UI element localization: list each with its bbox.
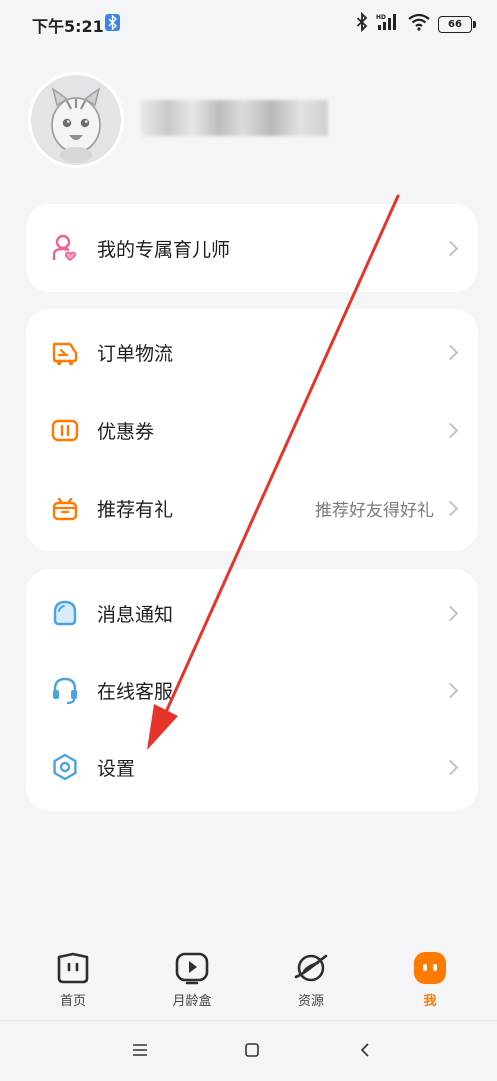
gift-icon [50, 493, 80, 523]
profile-header [28, 72, 468, 172]
menu-item-label: 消息通知 [97, 603, 174, 626]
chevron-right-icon [442, 240, 459, 256]
chevron-right-icon [442, 344, 459, 360]
chevron-right-icon [442, 422, 459, 438]
menu-card-nanny: 我的专属育儿师 [26, 204, 478, 292]
svg-text:HD: HD [376, 14, 386, 21]
chevron-right-icon [442, 500, 459, 516]
menu-item-settings[interactable]: 设置 [26, 737, 478, 797]
menu-item-customer-service[interactable]: 在线客服 [26, 660, 478, 720]
avatar[interactable] [28, 72, 124, 168]
play-box-icon [174, 950, 210, 986]
message-bubble-icon [50, 598, 80, 628]
planet-icon [293, 950, 329, 986]
chevron-right-icon [442, 605, 459, 621]
tab-resources[interactable]: 资源 [276, 950, 346, 1010]
tab-label: 资源 [297, 994, 324, 1009]
chevron-right-icon [442, 759, 459, 775]
tab-label: 我 [423, 994, 437, 1009]
status-time: 下午5:21 [32, 17, 104, 36]
tab-label: 月龄盒 [172, 994, 212, 1009]
menu-item-nanny[interactable]: 我的专属育儿师 [26, 218, 478, 278]
tab-label: 首页 [59, 994, 86, 1009]
menu-item-orders[interactable]: 订单物流 [26, 322, 478, 382]
tab-monthly-box[interactable]: 月龄盒 [157, 950, 227, 1010]
menu-item-label: 设置 [97, 757, 136, 780]
home-square-icon[interactable] [237, 1035, 267, 1065]
menu-item-label: 优惠券 [97, 420, 155, 443]
me-face-icon [412, 950, 448, 986]
headset-icon [50, 675, 80, 705]
status-bar: 下午5:21 HD 66 [0, 0, 497, 48]
battery-icon: 66 [438, 15, 476, 33]
zebra-mascot-icon [51, 87, 101, 163]
menu-card-orders: 订单物流 优惠券 推荐有礼 推荐好友得好礼 [26, 309, 478, 551]
bluetooth-icon [356, 11, 368, 36]
settings-hexagon-icon [50, 752, 80, 782]
coupon-icon [50, 415, 80, 445]
status-icons: HD 66 [356, 11, 476, 36]
menu-card-service: 消息通知 在线客服 设置 [26, 569, 478, 811]
menu-item-label: 我的专属育儿师 [97, 238, 231, 261]
menu-icon[interactable] [125, 1035, 155, 1065]
username-blurred [140, 100, 328, 136]
home-book-icon [55, 950, 91, 986]
wifi-icon [408, 13, 430, 35]
menu-item-notifications[interactable]: 消息通知 [26, 583, 478, 643]
bluetooth-badge-icon [105, 14, 120, 31]
tab-home[interactable]: 首页 [38, 950, 108, 1010]
bottom-tab-bar: 首页 月龄盒 资源 我 [0, 936, 497, 1080]
tab-me[interactable]: 我 [395, 950, 465, 1010]
menu-item-label: 订单物流 [97, 342, 174, 365]
menu-item-referral[interactable]: 推荐有礼 推荐好友得好礼 [26, 478, 478, 538]
menu-item-coupons[interactable]: 优惠券 [26, 400, 478, 460]
nanny-icon [50, 233, 80, 263]
signal-icon: HD [376, 13, 400, 35]
menu-item-label: 推荐有礼 [97, 498, 174, 521]
back-icon[interactable] [350, 1035, 380, 1065]
delivery-truck-icon [50, 337, 80, 367]
system-navigation-bar [0, 1020, 497, 1081]
chevron-right-icon [442, 682, 459, 698]
referral-hint: 推荐好友得好礼 [315, 500, 434, 521]
menu-item-label: 在线客服 [97, 680, 174, 703]
